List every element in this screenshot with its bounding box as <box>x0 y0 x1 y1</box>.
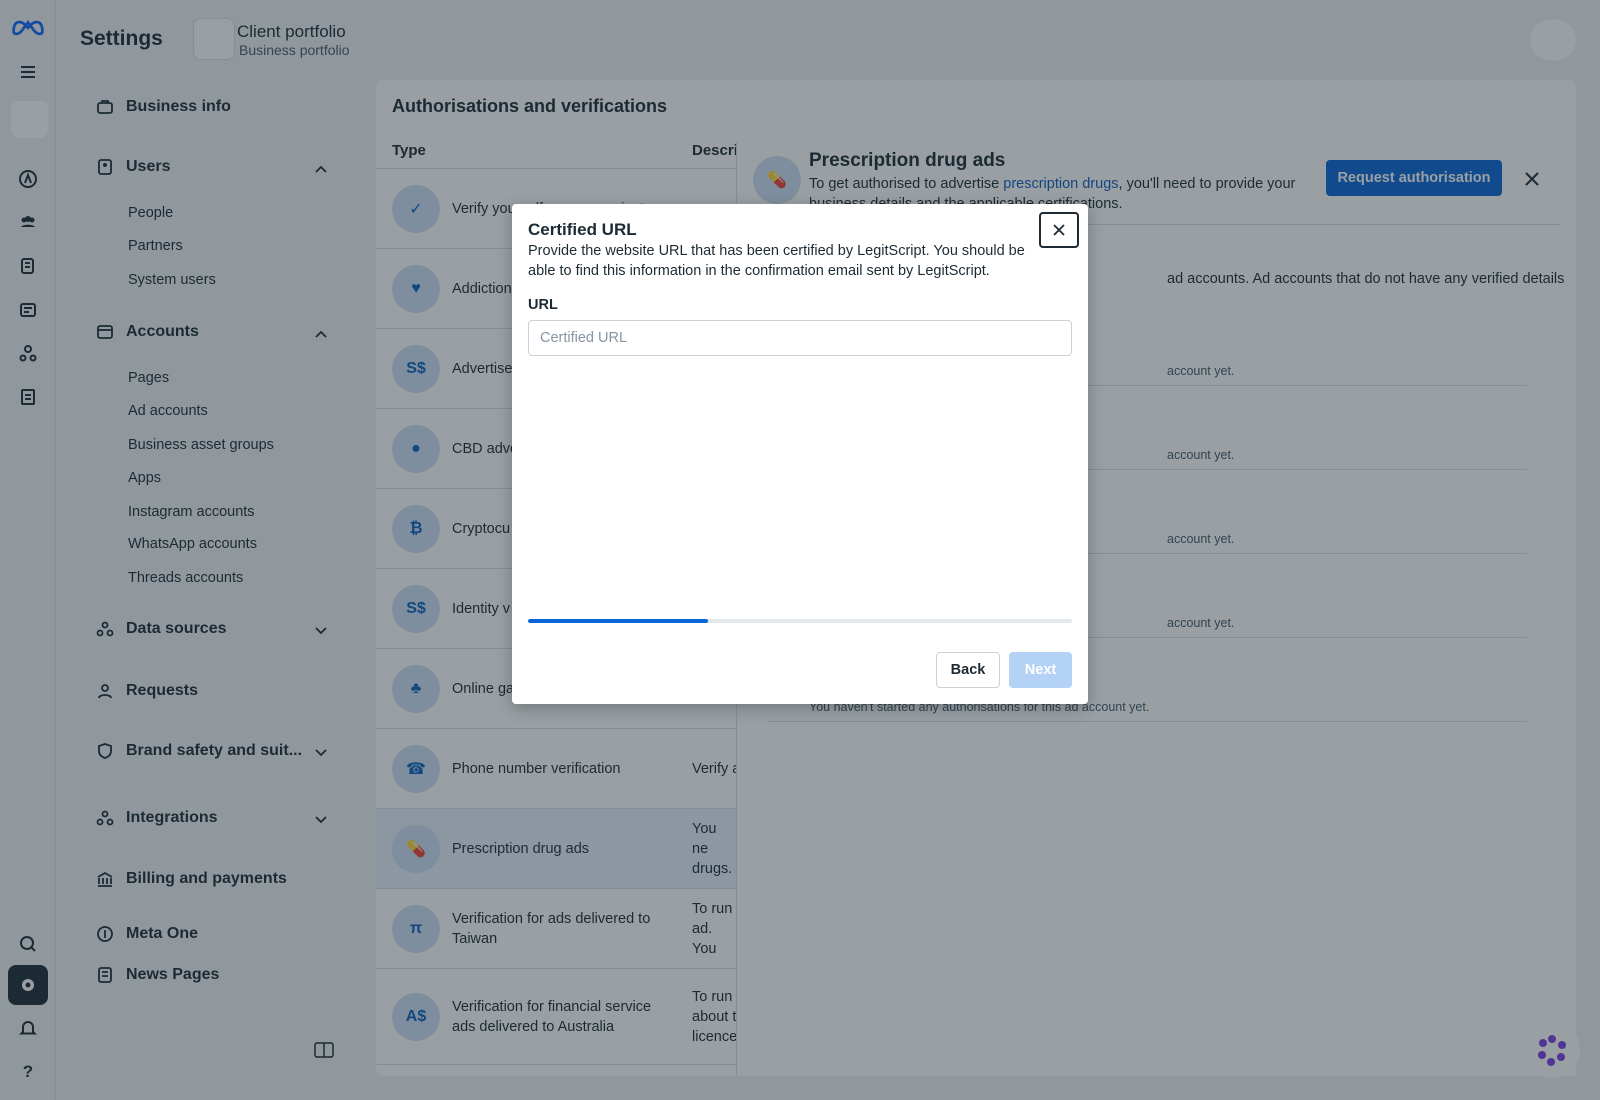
close-button[interactable] <box>1039 212 1079 248</box>
dialog-description: Provide the website URL that has been ce… <box>528 243 1025 279</box>
progress-bar <box>528 619 1072 623</box>
url-input[interactable] <box>528 320 1072 356</box>
dialog-title: Certified URL <box>528 220 637 239</box>
back-button[interactable]: Back <box>936 652 1000 688</box>
close-icon <box>1053 224 1065 236</box>
certified-url-dialog: Certified URL Provide the website URL th… <box>512 204 1088 704</box>
url-label: URL <box>528 297 558 313</box>
progress-fill <box>528 619 708 623</box>
next-button[interactable]: Next <box>1009 652 1072 688</box>
